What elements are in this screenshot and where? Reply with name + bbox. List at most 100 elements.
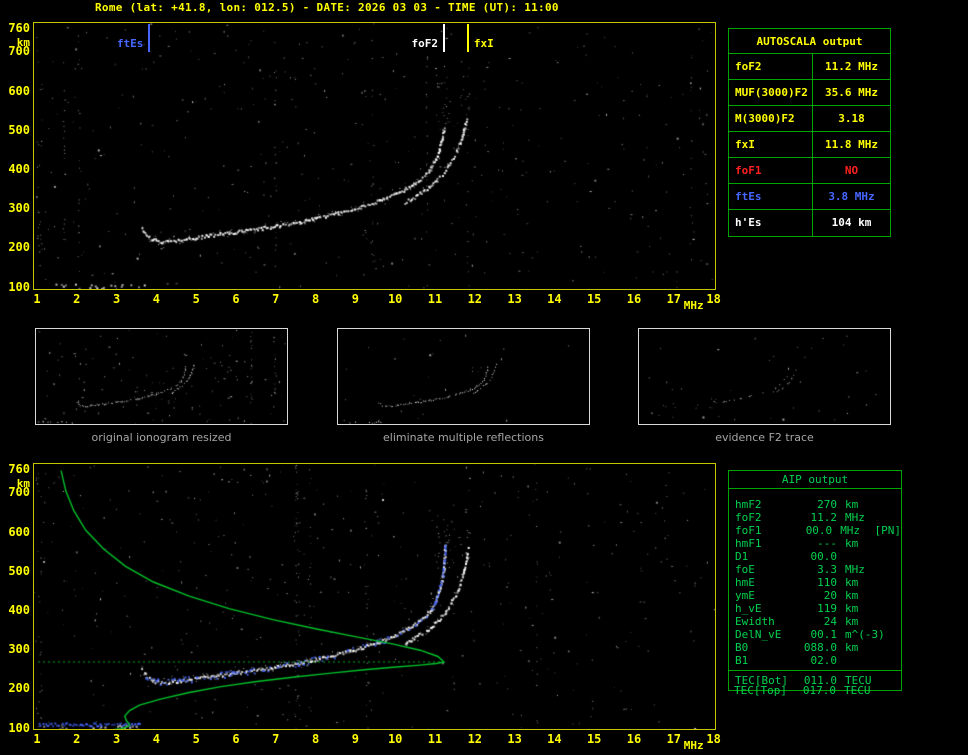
ionogram-x-axis-label: 11	[427, 292, 443, 306]
ionogram-x-axis-label: 8	[311, 292, 320, 306]
aip-cell: ymE	[735, 589, 755, 602]
ionogram-canvas	[34, 23, 715, 289]
autoscala-param-value: 104 km	[831, 216, 872, 229]
ionogram-y-axis-label: 400	[8, 162, 30, 176]
ionogram-x-axis-label: 10	[387, 292, 403, 306]
profile-x-axis-label: 9	[351, 732, 359, 746]
ionogram-x-axis-label: 9	[351, 292, 359, 306]
thumbnail-original-canvas	[36, 329, 287, 424]
thumbnail-caption-2: evidence F2 trace	[715, 431, 814, 444]
aip-cell	[881, 615, 901, 628]
aip-cell	[837, 550, 881, 563]
ionogram-x-axis-label: 1	[33, 292, 41, 306]
autoscala-row-ftEs: ftEs 3.8 MHz	[729, 184, 890, 210]
aip-cell: 24	[823, 615, 837, 628]
aip-cell	[881, 563, 901, 576]
profile-x-axis-label: 3	[112, 732, 121, 746]
station-title: Rome (lat: +41.8, lon: 012.5) - DATE: 20…	[95, 1, 559, 14]
aip-cell: 270	[817, 498, 837, 511]
profile-x-axis-label: 5	[192, 732, 200, 746]
autoscala-param-value: 11.2 MHz	[825, 60, 878, 73]
autoscala-param-name: fxI	[729, 132, 813, 157]
aip-table: AIP output hmF2 270 km foF2 11.2 MHz foF1 00.0 MH…	[728, 470, 902, 691]
profile-y-axis-label: 200	[8, 681, 30, 696]
autoscala-table: AUTOSCALA output foF2 11.2 MHz MUF(3000)F2 3…	[728, 28, 891, 237]
aip-cell: MHz	[845, 511, 865, 524]
profile-x-axis-label: 8	[311, 732, 320, 746]
aip-row-B1: B1 02.0	[729, 654, 901, 667]
aip-cell: [PN]	[874, 524, 901, 537]
aip-cell: DelN_vE	[735, 628, 782, 641]
aip-cell	[881, 641, 901, 654]
aip-cell: km	[845, 576, 859, 589]
aip-row-DelN_vE: DelN_vE 00.1 m^(-3)	[729, 628, 901, 641]
aip-cell: 11.2	[810, 511, 838, 524]
ionogram-x-axis-label: 12	[467, 292, 483, 306]
aip-cell	[881, 511, 901, 524]
aip-separator	[729, 670, 901, 671]
ionogram-x-axis-label: 2	[73, 292, 81, 306]
ionogram-y-axis-label: 300	[8, 201, 30, 216]
profile-x-axis-label: 10	[387, 732, 403, 746]
profile-x-axis-label: 4	[152, 732, 160, 746]
profile-y-axis-label: 300	[8, 642, 30, 657]
aip-cell	[881, 550, 901, 563]
marker-line-foF2	[442, 24, 445, 52]
profile-y-axis-label: 500	[8, 563, 30, 578]
aip-cell: km	[845, 498, 859, 511]
ionogram-x-axis-label: 18	[706, 292, 721, 306]
aip-cell: MHz	[840, 524, 861, 537]
aip-cell: MHz	[845, 563, 865, 576]
ionogram-y-axis-label: 760	[8, 20, 30, 35]
profile-x-axis-label: 6	[232, 732, 240, 746]
thumbnail-cleaned-ionogram	[337, 328, 590, 425]
aip-cell	[881, 589, 901, 602]
ionogram-x-axis-unit: MHz	[683, 299, 704, 312]
autoscala-param-name: MUF(3000)F2	[729, 80, 813, 105]
thumbnail-original-ionogram	[35, 328, 288, 425]
aip-cell: hmF2	[735, 498, 762, 511]
ionogram-y-axis-label: 100	[8, 279, 30, 294]
profile-y-axis-label: 600	[8, 524, 30, 539]
autoscala-param-value: 3.8 MHz	[828, 190, 875, 203]
ionogram-x-axis-label: 6	[232, 292, 240, 306]
ionogram-y-axis-label: 200	[8, 240, 30, 255]
ionogram-x-axis-label: 5	[192, 292, 200, 306]
profile-y-axis-label: 760	[8, 461, 30, 476]
aip-rows: hmF2 270 km foF2 11.2 MHz foF1 00.0 MHz [PN] hmF1-…	[729, 489, 901, 687]
ionogram-x-axis-label: 17	[666, 292, 682, 306]
aip-row-tec-top: TEC[Top] 017.0 TECU	[728, 684, 902, 697]
aip-cell: km	[845, 537, 859, 550]
aip-cell	[881, 602, 901, 615]
aip-row-foF2: foF2 11.2 MHz	[729, 511, 901, 524]
autoscala-param-name: h'Es	[729, 210, 813, 236]
aip-cell: hmF1	[735, 537, 762, 550]
aip-tec-top-row: TEC[Top] 017.0 TECU	[728, 684, 902, 697]
marker-label-foF2: foF2	[411, 37, 438, 50]
marker-line-fxI	[466, 24, 469, 52]
profile-x-axis-label: 16	[626, 732, 642, 746]
aip-cell: km	[845, 615, 859, 628]
ionogram-x-axis-label: 16	[626, 292, 642, 306]
aip-cell: ---	[817, 537, 837, 550]
profile-y-axis-label: 400	[8, 603, 30, 617]
ionogram-y-axis-label: 600	[8, 83, 30, 98]
aip-cell: km	[845, 589, 859, 602]
ionogram-y-axis-unit: km	[16, 35, 30, 49]
aip-cell: h_vE	[735, 602, 762, 615]
autoscala-param-value: 3.18	[838, 112, 865, 125]
aip-row-hmE: hmE 110 km	[729, 576, 901, 589]
aip-cell: m^(-3)	[845, 628, 885, 641]
autoscala-app-window: Rome (lat: +41.8, lon: 012.5) - DATE: 20…	[0, 0, 968, 755]
aip-row-B0: B0 088.0 km	[729, 641, 901, 654]
aip-header-label: AIP output	[729, 471, 901, 489]
aip-cell	[881, 654, 901, 667]
autoscala-row-MUF(3000)F2: MUF(3000)F2 35.6 MHz	[729, 80, 890, 106]
aip-cell: 017.0	[802, 684, 836, 697]
autoscala-row-foF1: foF1 NO	[729, 158, 890, 184]
autoscala-param-value: NO	[844, 164, 859, 177]
profile-x-axis-label: 2	[73, 732, 81, 746]
thumbnail-caption-0: original ionogram resized	[91, 431, 232, 444]
profile-x-axis-label: 1	[33, 732, 41, 746]
aip-cell: 3.3	[817, 563, 837, 576]
